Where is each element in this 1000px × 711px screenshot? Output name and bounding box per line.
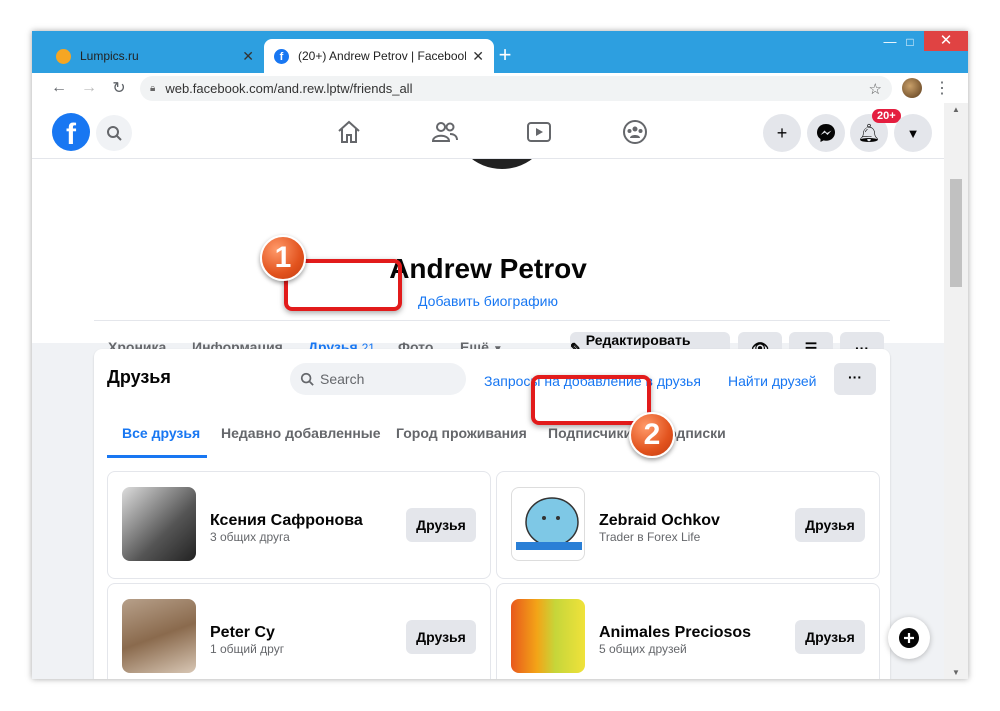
watch-icon[interactable] bbox=[524, 117, 554, 147]
profile-avatar-icon[interactable] bbox=[902, 78, 922, 98]
highlight-followers-tab bbox=[531, 375, 651, 425]
browser-window: Lumpics.ru ✕ f (20+) Andrew Petrov | Fac… bbox=[32, 31, 968, 679]
step-badge-2: 2 bbox=[629, 412, 675, 458]
friend-photo[interactable] bbox=[122, 487, 196, 561]
friend-photo[interactable] bbox=[122, 599, 196, 673]
create-button[interactable]: + bbox=[763, 114, 801, 152]
search-icon bbox=[107, 126, 122, 141]
close-tab-icon[interactable]: ✕ bbox=[472, 48, 484, 65]
profile-section: Andrew Petrov Добавить биографию Хроника… bbox=[32, 119, 944, 375]
friend-subtitle: 3 общих друга bbox=[210, 530, 290, 544]
close-tab-icon[interactable]: ✕ bbox=[242, 48, 254, 65]
friends-more-button[interactable]: ··· bbox=[834, 363, 876, 395]
tab-hometown[interactable]: Город проживания bbox=[396, 425, 527, 441]
profile-name: Andrew Petrov bbox=[389, 253, 587, 284]
scrollbar-thumb[interactable] bbox=[950, 179, 962, 287]
tab-followers[interactable]: Подписчики bbox=[548, 425, 632, 441]
friends-status-button[interactable]: Друзья bbox=[406, 620, 476, 654]
tab-strip: Lumpics.ru ✕ f (20+) Andrew Petrov | Fac… bbox=[32, 31, 968, 73]
step-badge-1: 1 bbox=[260, 235, 306, 281]
friends-icon[interactable] bbox=[430, 117, 460, 147]
friends-title: Друзья bbox=[107, 367, 171, 387]
divider bbox=[94, 320, 890, 321]
maximize-button[interactable]: □ bbox=[896, 33, 924, 51]
tab-lumpics[interactable]: Lumpics.ru ✕ bbox=[46, 39, 264, 73]
scroll-down-icon[interactable]: ▼ bbox=[952, 668, 960, 677]
close-window-button[interactable]: ✕ bbox=[924, 31, 968, 51]
friends-search-input[interactable]: Search bbox=[290, 363, 466, 395]
home-icon[interactable] bbox=[334, 117, 364, 147]
messenger-icon bbox=[817, 124, 835, 142]
search-placeholder: Search bbox=[320, 371, 365, 387]
friend-name[interactable]: Ксения Сафронова bbox=[210, 512, 363, 530]
friend-card[interactable]: Peter Cy 1 общий друг Друзья bbox=[107, 583, 491, 679]
friends-status-button[interactable]: Друзья bbox=[795, 508, 865, 542]
caret-down-icon: ▼ bbox=[906, 125, 920, 141]
tab-title: (20+) Andrew Petrov | Facebook bbox=[298, 49, 467, 63]
friend-name[interactable]: Animales Preciosos bbox=[599, 624, 751, 642]
friend-subtitle: Trader в Forex Life bbox=[599, 530, 701, 544]
browser-toolbar: ← → ↻ 🔒︎ web.facebook.com/and.rew.lptw/f… bbox=[32, 73, 968, 103]
new-message-button[interactable] bbox=[888, 617, 930, 659]
friend-name[interactable]: Peter Cy bbox=[210, 624, 275, 642]
lumpics-favicon-icon bbox=[56, 48, 71, 64]
friend-photo[interactable] bbox=[511, 599, 585, 673]
scroll-up-icon[interactable]: ▲ bbox=[952, 105, 960, 114]
friends-status-button[interactable]: Друзья bbox=[406, 508, 476, 542]
friend-subtitle: 1 общий друг bbox=[210, 642, 285, 656]
plus-icon: + bbox=[776, 122, 788, 143]
find-friends-link[interactable]: Найти друзей bbox=[728, 373, 817, 389]
back-arrow-icon[interactable]: ← bbox=[44, 73, 74, 103]
friend-name[interactable]: Zebraid Ochkov bbox=[599, 512, 720, 530]
url-text: web.facebook.com/and.rew.lptw/friends_al… bbox=[165, 81, 413, 96]
scrollbar[interactable]: ▲ ▼ bbox=[944, 103, 968, 679]
active-tab-underline bbox=[107, 455, 207, 458]
tab-title: Lumpics.ru bbox=[80, 49, 139, 63]
friend-card[interactable]: Animales Preciosos 5 общих друзей Друзья bbox=[496, 583, 880, 679]
browser-menu-icon[interactable]: ⋮ bbox=[934, 78, 950, 98]
friend-subtitle: 5 общих друзей bbox=[599, 642, 687, 656]
friend-card[interactable]: Ксения Сафронова 3 общих друга Друзья bbox=[107, 471, 491, 579]
facebook-header: f + 🔔︎ 20+ ▼ bbox=[32, 103, 944, 159]
add-bio-link[interactable]: Добавить биографию bbox=[32, 293, 944, 309]
tab-facebook[interactable]: f (20+) Andrew Petrov | Facebook ✕ bbox=[264, 39, 494, 73]
bookmark-star-icon[interactable]: ☆ bbox=[869, 80, 882, 98]
friends-status-button[interactable]: Друзья bbox=[795, 620, 865, 654]
search-button[interactable] bbox=[96, 115, 132, 151]
friends-card: Друзья Search Запросы на добавление в др… bbox=[94, 349, 890, 679]
lock-icon: 🔒︎ bbox=[150, 83, 156, 94]
tab-recently-added[interactable]: Недавно добавленные bbox=[221, 425, 381, 441]
search-icon bbox=[300, 372, 314, 386]
tab-all-friends[interactable]: Все друзья bbox=[122, 425, 200, 441]
bell-icon: 🔔︎ bbox=[857, 122, 881, 143]
forward-arrow-icon[interactable]: → bbox=[74, 73, 104, 103]
reload-icon[interactable]: ↻ bbox=[104, 73, 134, 103]
friend-card[interactable]: Zebraid Ochkov Trader в Forex Life Друзь… bbox=[496, 471, 880, 579]
new-tab-button[interactable]: + bbox=[492, 43, 518, 67]
facebook-page: Andrew Petrov Добавить биографию Хроника… bbox=[32, 103, 944, 679]
groups-icon[interactable] bbox=[620, 117, 650, 147]
notification-badge: 20+ bbox=[872, 109, 901, 123]
facebook-logo[interactable]: f bbox=[52, 113, 90, 151]
account-menu-button[interactable]: ▼ bbox=[894, 114, 932, 152]
address-bar[interactable]: 🔒︎ web.facebook.com/and.rew.lptw/friends… bbox=[140, 76, 892, 101]
plus-circle-icon bbox=[899, 628, 919, 648]
facebook-favicon-icon: f bbox=[274, 48, 289, 64]
friend-photo[interactable] bbox=[511, 487, 585, 561]
messenger-button[interactable] bbox=[807, 114, 845, 152]
